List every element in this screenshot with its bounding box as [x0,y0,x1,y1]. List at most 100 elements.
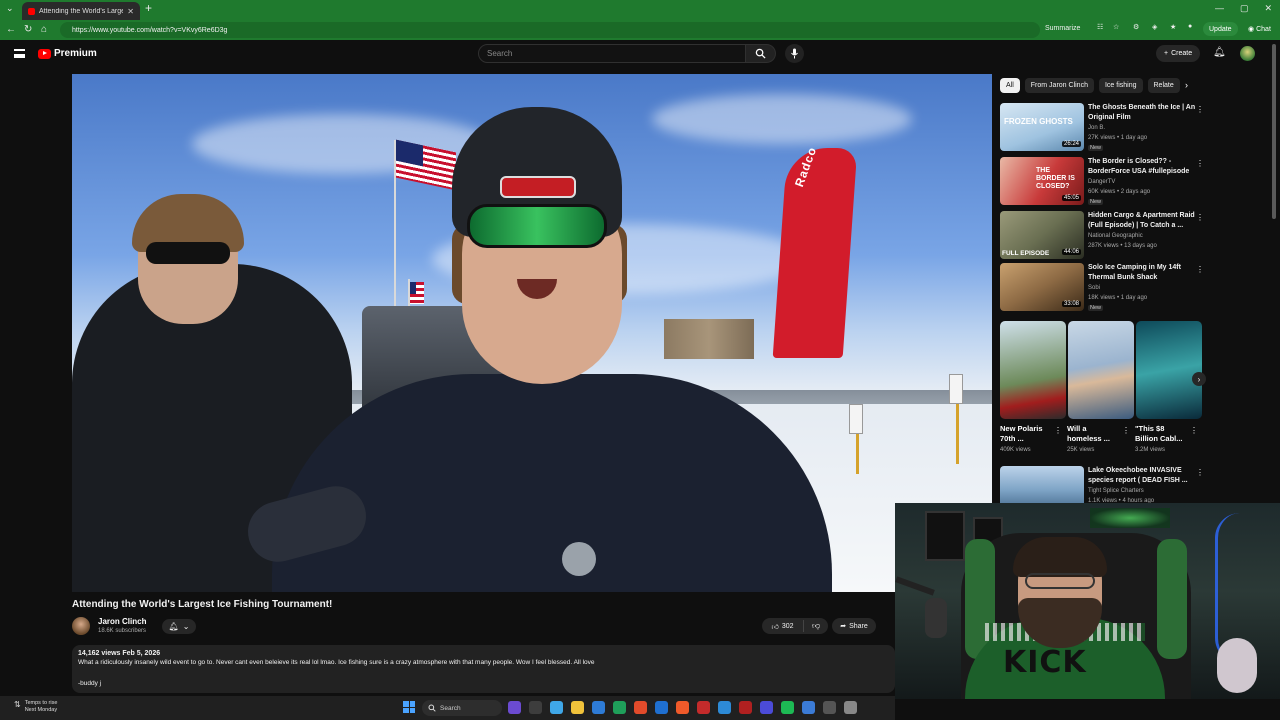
tab-title: Attending the World's Largest [39,7,124,15]
more-options-icon[interactable]: ⋮ [1196,105,1204,114]
shorts-next-button[interactable]: › [1192,372,1206,386]
thumbnail-text: FULL EPISODE [1002,250,1050,257]
more-options-icon[interactable]: ⋮ [1196,213,1204,222]
subscribed-button[interactable]: 🔔︎ ⌄ [162,619,196,634]
share-button[interactable]: ➦ Share [832,618,876,634]
reader-icon[interactable]: ☷ [1097,23,1103,31]
short-title[interactable]: New Polaris 70th ... [1000,424,1054,444]
recommendation-views: 60K views • 2 days ago [1088,189,1151,195]
extensions-icon[interactable]: ⚙ [1133,23,1139,31]
green-sunglasses [467,204,607,248]
more-options-icon[interactable]: ⋮ [1190,426,1198,435]
voice-search-button[interactable] [785,44,804,63]
person-left-sunglasses [146,242,230,264]
taskbar-app-icon[interactable] [634,701,647,714]
favorites-icon[interactable]: ★ [1170,23,1176,31]
chevron-right-icon[interactable]: › [1185,80,1188,90]
update-button[interactable]: Update [1203,22,1238,36]
recommendation-item[interactable]: FROZEN GHOSTS 26:24 The Ghosts Beneath t… [1000,103,1210,153]
chip-ice-fishing[interactable]: Ice fishing [1098,78,1143,93]
sign [949,374,963,404]
taskbar-app-icon[interactable] [508,701,521,714]
short-thumbnail[interactable] [1000,321,1066,419]
windows-start-icon[interactable] [403,701,415,713]
radco-banner [772,148,858,358]
taskbar-app-icon[interactable] [697,701,710,714]
summarize-button[interactable]: Summarize [1045,25,1080,32]
short-title[interactable]: Will a homeless ... [1067,424,1121,444]
streamer-glasses [1025,573,1095,589]
collections-icon[interactable]: ◈ [1152,23,1157,31]
tab-list-icon[interactable]: ⌄ [6,3,14,14]
chat-button[interactable]: ◉ Chat [1244,22,1275,36]
like-button[interactable]: 👍︎ 302 [762,620,804,632]
weather-widget[interactable]: ⇅ Temps to rise Next Monday [14,700,57,714]
search-input[interactable]: Search [478,44,746,63]
taskbar-app-icon[interactable] [781,701,794,714]
chip-from-channel[interactable]: From Jaron Clinch [1024,78,1094,93]
taskbar-app-icon[interactable] [613,701,626,714]
url-field[interactable]: https://www.youtube.com/watch?v=VKvy6Re6… [60,22,1040,38]
description-box[interactable]: 14,162 views Feb 5, 2026 What a ridiculo… [72,645,895,693]
close-window-icon[interactable]: ✕ [1264,3,1272,14]
taskbar-app-icon[interactable] [739,701,752,714]
thumbs-down-icon: 👎︎ [811,621,821,630]
video-player[interactable]: Radco [72,74,992,592]
browser-tab[interactable]: Attending the World's Largest ✕ [22,2,140,20]
short-thumbnail[interactable] [1068,321,1134,419]
recommendation-item[interactable]: 33:08 Solo Ice Camping in My 14ft Therma… [1000,263,1210,313]
chip-related[interactable]: Relate [1147,78,1180,93]
profile-icon[interactable]: ● [1188,23,1192,30]
notifications-icon[interactable]: 🔔︎ [1213,47,1226,58]
home-icon[interactable]: ⌂ [41,24,47,35]
star-icon[interactable]: ☆ [1113,23,1119,31]
taskbar-app-icon[interactable] [571,701,584,714]
taskbar-app-icon[interactable] [823,701,836,714]
taskbar-app-icon[interactable] [529,701,542,714]
dislike-button[interactable]: 👎︎ [804,621,828,631]
taskbar-app-icon[interactable] [718,701,731,714]
channel-name[interactable]: Jaron Clinch [98,617,146,626]
weather-line-1: Temps to rise [24,700,58,706]
like-dislike-group: 👍︎ 302 👎︎ [762,618,828,634]
taskbar-app-icon[interactable] [802,701,815,714]
short-title[interactable]: "This $8 Billion Cabl... [1135,424,1189,444]
close-tab-icon[interactable]: ✕ [127,7,134,16]
more-options-icon[interactable]: ⋮ [1196,159,1204,168]
youtube-logo[interactable]: Premium [38,48,97,59]
new-tab-icon[interactable]: + [145,1,152,15]
more-options-icon[interactable]: ⋮ [1122,426,1130,435]
share-icon: ➦ [840,623,847,630]
taskbar-app-icon[interactable] [844,701,857,714]
short-thumbnail[interactable] [1136,321,1202,419]
back-icon[interactable]: ← [6,24,16,35]
taskbar-app-icon[interactable] [676,701,689,714]
recommendation-item[interactable]: FULL EPISODE 44:06 Hidden Cargo & Apartm… [1000,211,1210,261]
taskbar-app-icon[interactable] [655,701,668,714]
taskbar-search[interactable]: Search [422,700,502,716]
channel-avatar[interactable] [72,617,90,635]
taskbar-app-icon[interactable] [760,701,773,714]
more-options-icon[interactable]: ⋮ [1054,426,1062,435]
more-options-icon[interactable]: ⋮ [1196,468,1204,477]
taskbar-app-icon[interactable] [550,701,563,714]
chat-label: Chat [1256,25,1271,33]
search-button[interactable] [746,44,776,63]
scrollbar[interactable] [1272,44,1276,219]
menu-icon[interactable] [14,49,25,58]
reload-icon[interactable]: ↻ [24,24,32,35]
chip-all[interactable]: All [1000,78,1020,93]
account-avatar[interactable] [1240,46,1255,61]
taskbar-app-icon[interactable] [592,701,605,714]
description-text: What a ridiculously insanely wild event … [78,659,595,666]
search-icon [755,48,766,59]
minimize-icon[interactable]: — [1215,3,1224,14]
recommendation-item[interactable]: THE BORDER IS CLOSED? 45:05 The Border i… [1000,157,1210,207]
filter-chips: All From Jaron Clinch Ice fishing Relate [1000,78,1180,93]
recommendation-views: 18K views • 1 day ago [1088,295,1148,301]
windows-taskbar: ⇅ Temps to rise Next Monday Search [0,696,895,720]
short-views: 3.2M views [1135,447,1166,453]
create-button[interactable]: + Create [1156,45,1201,62]
maximize-icon[interactable]: ▢ [1240,3,1249,14]
more-options-icon[interactable]: ⋮ [1196,265,1204,274]
